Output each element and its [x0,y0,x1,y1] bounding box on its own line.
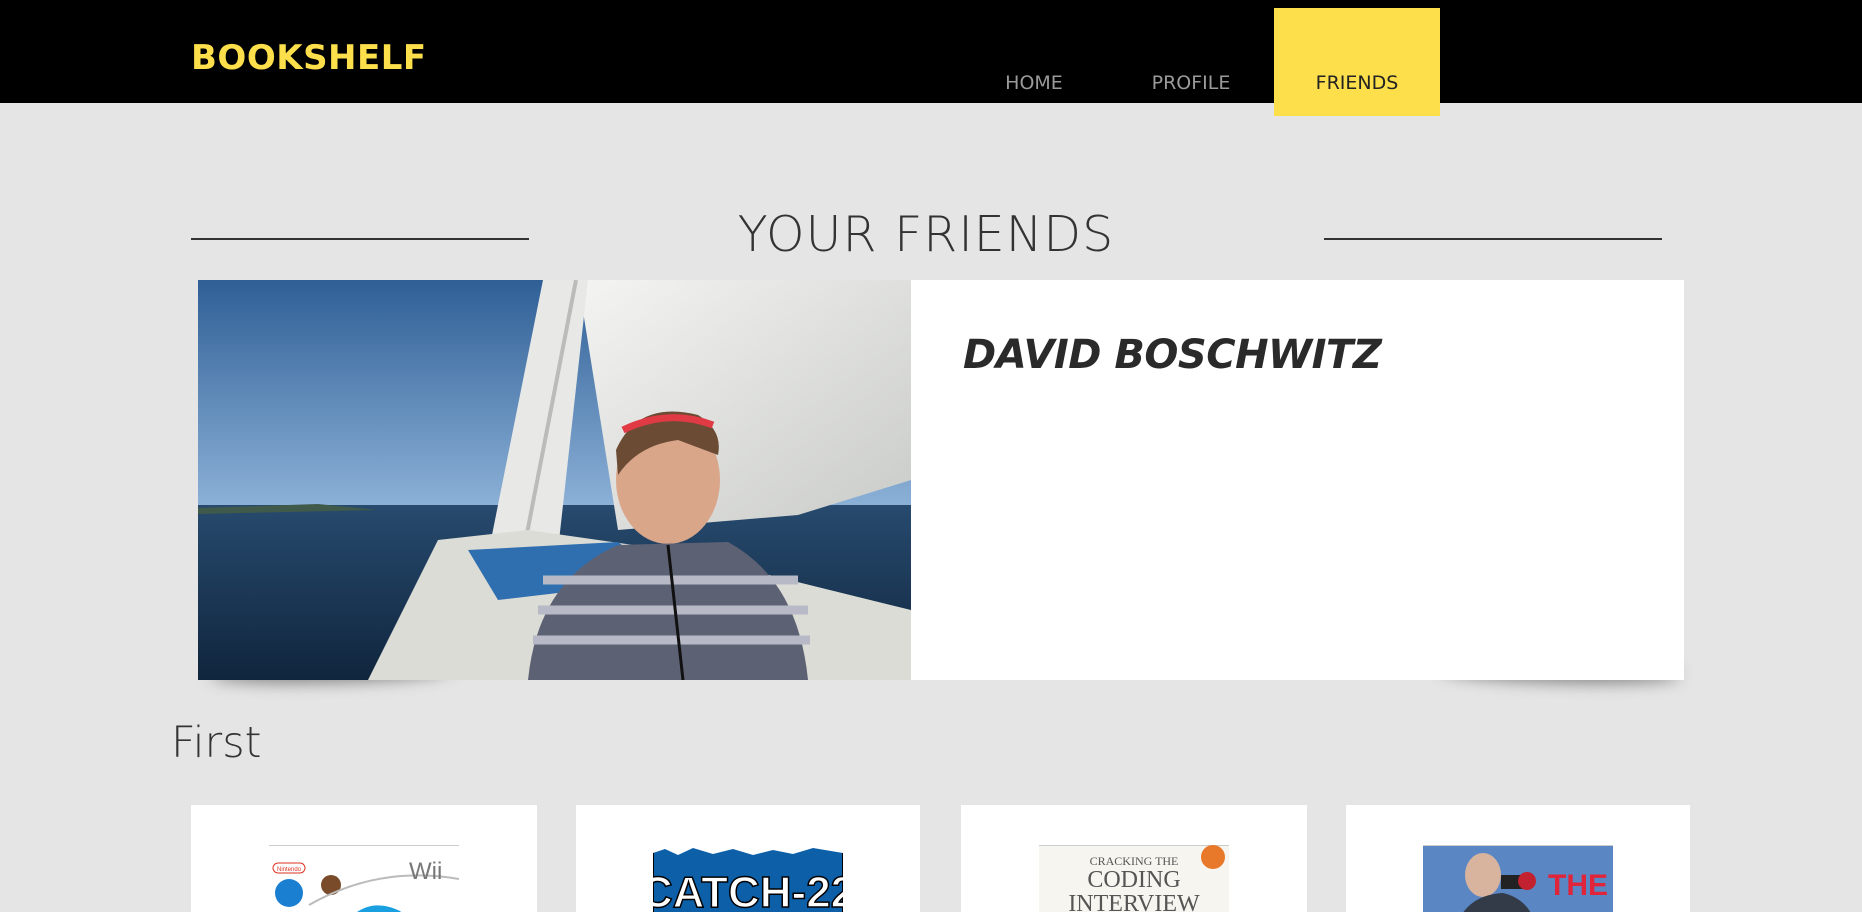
top-navigation-bar: BOOKSHELF HOME PROFILE FRIENDS [0,0,1862,116]
nav-friends[interactable]: FRIENDS [1274,8,1440,116]
book-tile[interactable]: CRACKING THE CODING INTERVIEW [961,805,1307,912]
book-tile[interactable]: THE [1346,805,1690,912]
friend-photo[interactable] [198,280,911,680]
cover-line-3: INTERVIEW [1068,891,1200,912]
cover-title-text: Wii [409,858,442,885]
book-cover-mario-kart[interactable]: Nintendo Wii [269,845,459,912]
nav-profile[interactable]: PROFILE [1108,8,1274,116]
title-divider-right [1324,238,1662,240]
book-tile[interactable]: Nintendo Wii [191,805,537,912]
nav-home[interactable]: HOME [951,8,1117,116]
section-title: YOUR FRIENDS [737,206,1115,263]
cover-badge-text: Nintendo [277,867,302,873]
book-tile[interactable]: CATCH-22 [576,805,920,912]
cover-title-text: CATCH-22 [653,868,843,912]
friend-card[interactable]: DAVID BOSCHWITZ [198,280,1684,680]
book-cover-coding-interview[interactable]: CRACKING THE CODING INTERVIEW [1039,845,1229,912]
cover-line-2: CODING [1087,867,1180,893]
book-cover-catch-22[interactable]: CATCH-22 [653,845,843,912]
cover-line-1: CRACKING THE [1090,854,1179,868]
book-cover-naked-gun[interactable]: THE [1423,845,1613,912]
brand-logo[interactable]: BOOKSHELF [191,38,427,78]
friend-name[interactable]: DAVID BOSCHWITZ [963,332,1382,378]
title-divider-left [191,238,529,240]
bookshelf-heading: First [171,718,262,768]
cover-title-text: THE [1548,869,1608,902]
